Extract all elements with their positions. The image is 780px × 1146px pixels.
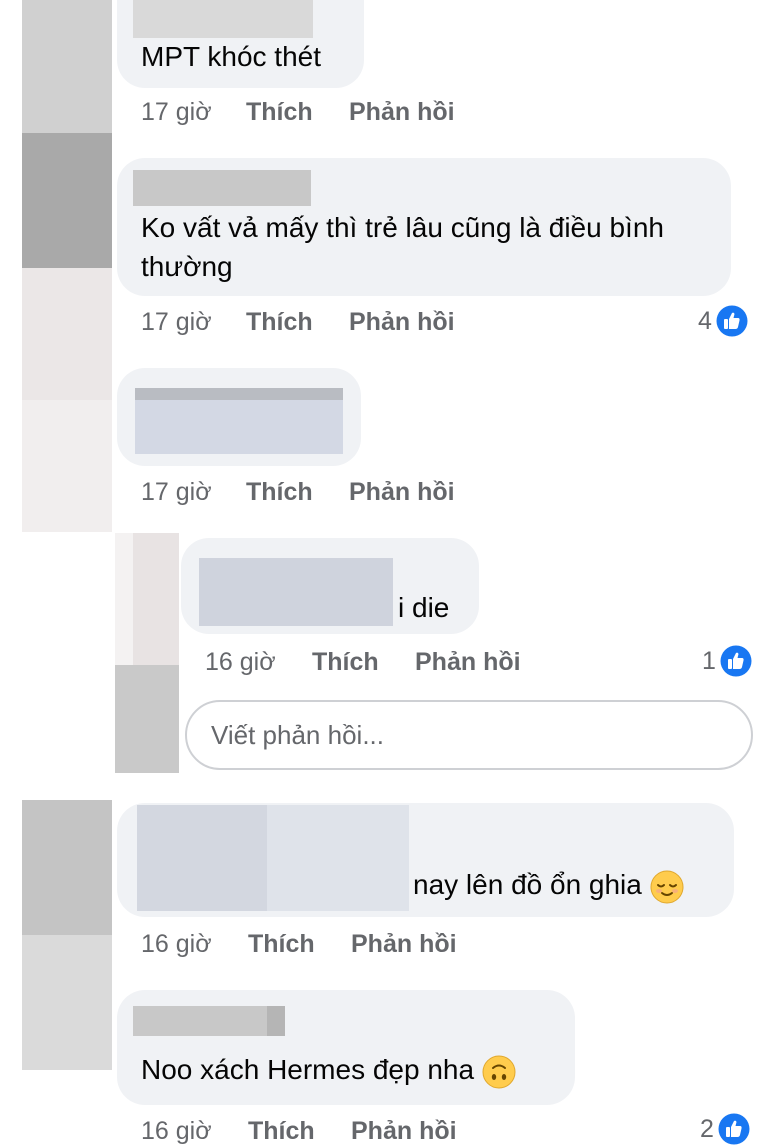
comment-time: 17 giờ [141,478,212,506]
reply-input[interactable] [209,719,713,752]
like-button[interactable]: Thích [248,1116,315,1146]
upside-down-face-emoji-icon [482,1055,516,1089]
relieved-face-emoji-icon [650,870,684,904]
like-button[interactable]: Thích [246,477,313,507]
like-count: 1 [702,646,716,675]
reply-button[interactable]: Phản hồi [415,647,521,677]
reaction-count[interactable]: 4 [698,305,748,337]
reply-button[interactable]: Phản hồi [349,477,455,507]
blurred-author-name [133,170,311,206]
comment-time: 16 giờ [141,930,212,958]
blurred-author-name [199,558,393,626]
blurred-avatar-column [22,0,112,1070]
blurred-comment-content [135,400,343,454]
blurred-author-name [133,1006,285,1036]
reply-bubble: i die [181,538,479,634]
thumbs-up-like-icon [718,1113,750,1145]
comment-bubble: Noo xách Hermes đẹp nha [117,990,575,1105]
like-button[interactable]: Thích [246,307,313,337]
comment-text-line-2: thường [141,251,233,282]
thumbs-up-like-icon [720,645,752,677]
reply-button[interactable]: Phản hồi [349,307,455,337]
comment-time: 16 giờ [141,1117,212,1145]
thumbs-up-like-icon [716,305,748,337]
comment-text: nay lên đồ ổn ghia [413,865,684,905]
reply-input-box[interactable] [185,700,753,770]
comment-bubble [117,368,361,466]
reply-button[interactable]: Phản hồi [351,929,457,959]
reply-button[interactable]: Phản hồi [349,97,455,127]
comment-time: 16 giờ [205,648,276,676]
blurred-author-name [135,388,343,400]
comment-text: Noo xách Hermes đẹp nha [141,1050,516,1090]
blurred-reply-avatar [115,533,179,773]
like-count: 2 [700,1114,714,1143]
reaction-count[interactable]: 1 [702,645,752,677]
reply-button[interactable]: Phản hồi [351,1116,457,1146]
comment-text: MPT khóc thét [141,41,322,72]
comment-time: 17 giờ [141,308,212,336]
like-count: 4 [698,306,712,335]
blurred-author-name [133,0,313,38]
reaction-count[interactable]: 2 [700,1113,750,1145]
comment-time: 17 giờ [141,98,212,126]
like-button[interactable]: Thích [246,97,313,127]
like-button[interactable]: Thích [248,929,315,959]
like-button[interactable]: Thích [312,647,379,677]
comment-text: i die [398,592,450,623]
comment-bubble: Ko vất vả mấy thì trẻ lâu cũng là điều b… [117,158,731,296]
comment-bubble: MPT khóc thét [117,0,364,88]
comment-bubble: nay lên đồ ổn ghia [117,803,734,917]
comment-text-line-1: Ko vất vả mấy thì trẻ lâu cũng là điều b… [141,212,664,243]
